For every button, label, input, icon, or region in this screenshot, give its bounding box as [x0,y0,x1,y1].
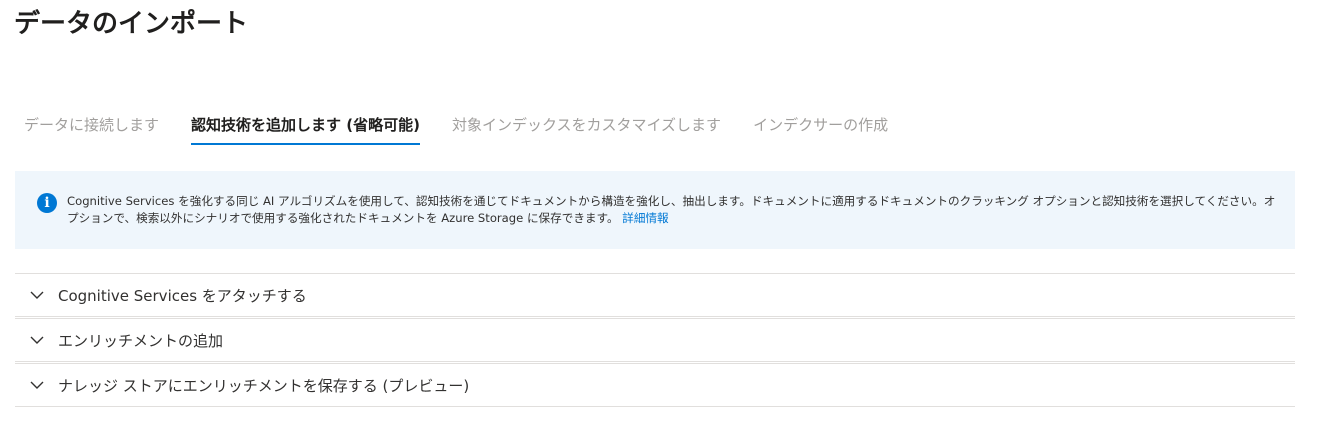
section-label: Cognitive Services をアタッチする [58,287,307,305]
info-banner: i Cognitive Services を強化する同じ AI アルゴリズムを使… [15,171,1295,249]
chevron-down-icon [30,336,44,344]
chevron-down-icon [30,291,44,299]
section-attach-cognitive-services[interactable]: Cognitive Services をアタッチする [15,273,1295,317]
tab-add-cognitive-skills[interactable]: 認知技術を追加します (省略可能) [191,113,420,145]
tab-create-indexer[interactable]: インデクサーの作成 [753,113,888,145]
section-add-enrichments[interactable]: エンリッチメントの追加 [15,318,1295,362]
info-text: Cognitive Services を強化する同じ AI アルゴリズムを使用し… [67,193,1277,227]
section-label: エンリッチメントの追加 [58,332,224,350]
wizard-tabs: データに接続します 認知技術を追加します (省略可能) 対象インデックスをカスタ… [24,113,920,147]
learn-more-link[interactable]: 詳細情報 [622,211,668,225]
info-message: Cognitive Services を強化する同じ AI アルゴリズムを使用し… [67,194,1276,225]
tab-connect-data[interactable]: データに接続します [24,113,159,145]
tab-customize-index[interactable]: 対象インデックスをカスタマイズします [452,113,721,145]
info-icon: i [37,193,57,213]
section-save-to-knowledge-store[interactable]: ナレッジ ストアにエンリッチメントを保存する (プレビュー) [15,363,1295,407]
section-label: ナレッジ ストアにエンリッチメントを保存する (プレビュー) [58,377,470,395]
import-data-page: データのインポート データに接続します 認知技術を追加します (省略可能) 対象… [0,0,1329,428]
page-title: データのインポート [14,9,249,39]
chevron-down-icon [30,381,44,389]
